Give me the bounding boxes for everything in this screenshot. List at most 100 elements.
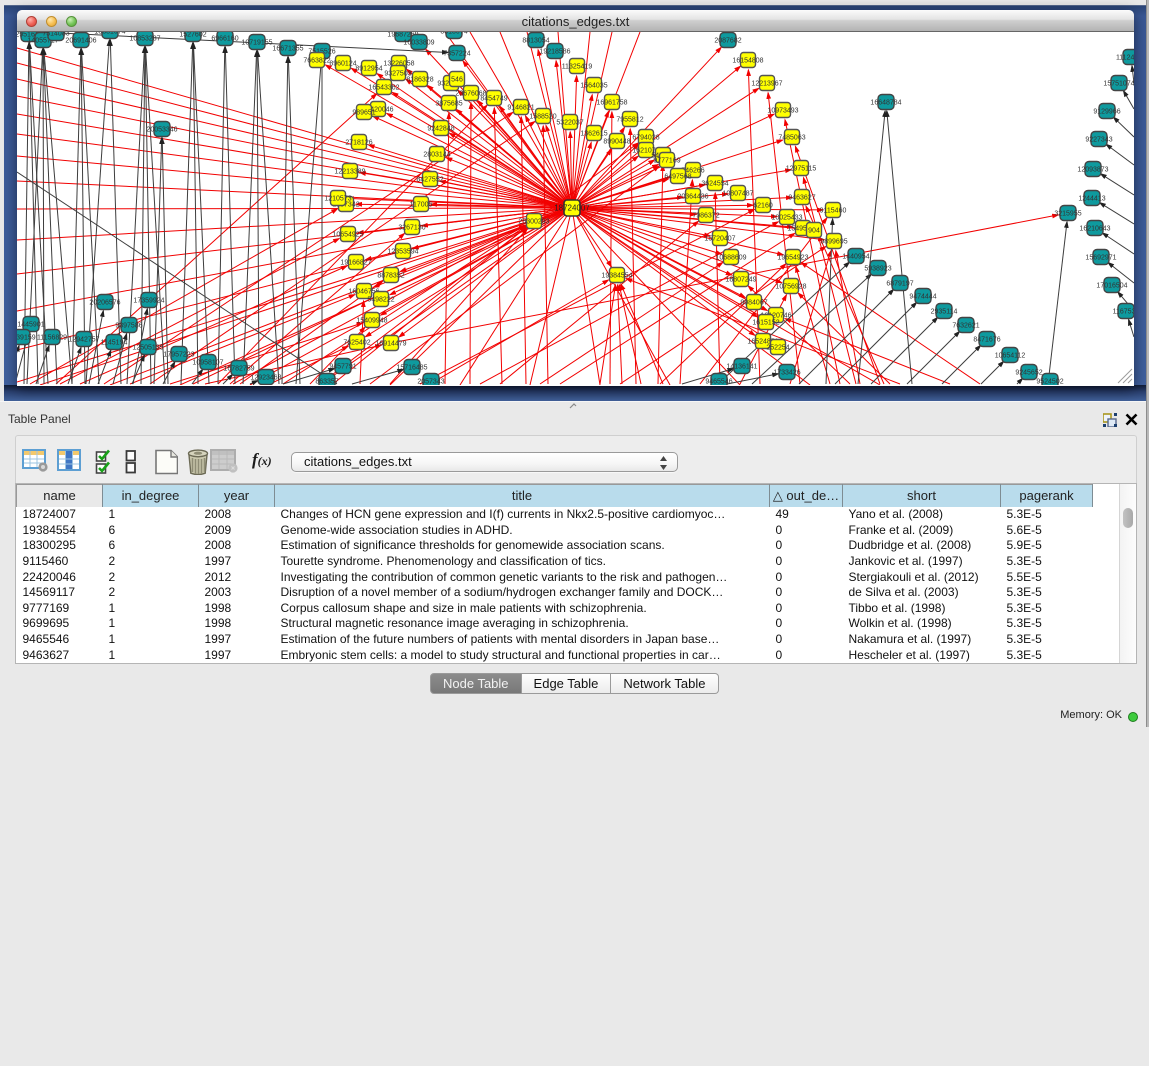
svg-text:7357224: 7357224 [443, 51, 470, 58]
svg-text:12975115: 12975115 [786, 166, 817, 173]
svg-text:1244413: 1244413 [1078, 196, 1105, 203]
svg-text:8427552: 8427552 [416, 177, 443, 184]
svg-text:9084067: 9084067 [740, 300, 767, 307]
svg-text:10719155: 10719155 [241, 40, 272, 47]
svg-text:2935114: 2935114 [931, 309, 958, 316]
svg-text:1210573: 1210573 [324, 196, 351, 203]
svg-text:11156829: 11156829 [37, 335, 67, 342]
svg-text:7632621: 7632621 [952, 323, 979, 330]
svg-text:7986372: 7986372 [692, 213, 719, 220]
svg-text:19166827: 19166827 [340, 260, 371, 267]
svg-text:8960124: 8960124 [329, 61, 356, 68]
svg-text:15409948: 15409948 [356, 318, 387, 325]
svg-text:8878352: 8878352 [377, 273, 404, 280]
svg-text:10807487: 10807487 [722, 191, 753, 198]
svg-text:9227343: 9227343 [1085, 137, 1112, 144]
svg-text:17957223: 17957223 [163, 352, 194, 359]
svg-text:17016504: 17016504 [1096, 283, 1127, 290]
svg-text:15751074: 15751074 [1103, 81, 1134, 88]
svg-text:1588520: 1588520 [529, 114, 556, 121]
svg-text:9474444: 9474444 [909, 294, 936, 301]
svg-text:863357: 863357 [315, 379, 338, 385]
svg-text:1615152: 1615152 [752, 320, 779, 327]
svg-text:16033809: 16033809 [403, 40, 434, 47]
svg-text:12213389: 12213389 [334, 169, 365, 176]
svg-text:2057343: 2057343 [417, 379, 444, 385]
svg-text:12942757: 12942757 [68, 337, 99, 344]
svg-text:3267130: 3267130 [398, 225, 425, 232]
svg-text:11124047: 11124047 [1116, 55, 1134, 62]
svg-text:9397586: 9397586 [115, 323, 142, 330]
svg-text:904: 904 [808, 228, 820, 235]
svg-text:9899695: 9899695 [820, 239, 847, 246]
svg-text:7663822: 7663822 [303, 58, 330, 65]
svg-text:18724007: 18724007 [554, 204, 590, 213]
svg-text:9465546: 9465546 [705, 379, 732, 385]
svg-text:16210643: 16210643 [1079, 226, 1110, 233]
svg-text:12093873: 12093873 [1077, 167, 1108, 174]
svg-text:9524502: 9524502 [1036, 379, 1063, 385]
svg-text:20364436: 20364436 [677, 194, 708, 201]
svg-text:9115460: 9115460 [820, 208, 847, 215]
svg-text:9457791: 9457791 [329, 364, 356, 371]
svg-text:8990448: 8990448 [603, 139, 630, 146]
svg-text:9245652: 9245652 [1015, 370, 1042, 377]
svg-text:10756928: 10756928 [775, 284, 806, 291]
svg-text:20053346: 20053346 [146, 127, 177, 134]
svg-text:19384554: 19384554 [601, 273, 632, 280]
svg-text:10958107: 10958107 [192, 360, 223, 367]
svg-text:6794028: 6794028 [632, 135, 659, 142]
svg-text:1564035: 1564035 [580, 83, 607, 90]
svg-text:9777169: 9777169 [653, 158, 680, 165]
svg-text:10853287: 10853287 [129, 36, 160, 43]
svg-text:8186328: 8186328 [406, 77, 433, 84]
svg-text:12353594: 12353594 [387, 249, 418, 256]
svg-text:17359924: 17359924 [133, 298, 164, 305]
svg-text:5498222: 5498222 [367, 297, 394, 304]
svg-text:12505135: 12505135 [132, 345, 163, 352]
svg-text:18807249: 18807249 [725, 277, 756, 284]
svg-text:2087682: 2087682 [714, 38, 741, 45]
svg-text:16671355: 16671355 [272, 46, 303, 53]
svg-text:1440954: 1440954 [842, 254, 869, 261]
svg-text:10654112: 10654112 [995, 353, 1026, 360]
svg-text:3215955: 3215955 [1054, 211, 1081, 218]
svg-text:8813054: 8813054 [522, 38, 549, 45]
svg-text:8912954: 8912954 [355, 66, 382, 73]
svg-text:16154808: 16154808 [732, 58, 763, 65]
svg-text:546: 546 [451, 77, 463, 84]
svg-text:19218586: 19218586 [539, 49, 570, 56]
svg-text:10654925: 10654925 [332, 232, 363, 239]
svg-text:16782759: 16782759 [223, 366, 254, 373]
svg-text:16961758: 16961758 [596, 100, 627, 107]
svg-text:7955812: 7955812 [616, 117, 643, 124]
svg-text:6879197: 6879197 [886, 281, 913, 288]
svg-text:62160: 62160 [753, 203, 773, 210]
svg-text:10688609: 10688609 [715, 255, 746, 262]
svg-text:1527602: 1527602 [179, 32, 206, 39]
svg-text:7485063: 7485063 [778, 135, 805, 142]
svg-text:117006: 117006 [410, 202, 433, 209]
svg-text:9463627: 9463627 [788, 195, 815, 202]
svg-text:2718126: 2718126 [345, 140, 372, 147]
svg-text:2839159: 2839159 [17, 335, 36, 342]
svg-text:3624554: 3624554 [701, 181, 728, 188]
svg-text:5322037: 5322037 [556, 120, 583, 127]
svg-text:6966160: 6966160 [211, 36, 238, 43]
svg-text:18381074: 18381074 [94, 32, 125, 36]
svg-text:19654923: 19654923 [777, 255, 808, 262]
svg-text:1167533: 1167533 [1113, 309, 1134, 316]
svg-text:1145194: 1145194 [101, 340, 128, 347]
svg-text:15716485: 15716485 [396, 365, 427, 372]
svg-text:1362615: 1362615 [580, 131, 607, 138]
svg-text:8813074: 8813074 [440, 32, 467, 36]
svg-text:10973493: 10973493 [767, 108, 798, 115]
svg-text:20206576: 20206576 [89, 300, 120, 307]
svg-text:16543362: 16543362 [368, 85, 399, 92]
svg-text:16914479: 16914479 [375, 341, 406, 348]
svg-text:8471676: 8471676 [973, 337, 1000, 344]
svg-text:15692971: 15692971 [1085, 255, 1116, 262]
svg-text:12923468: 12923468 [250, 375, 281, 382]
svg-text:8454749: 8454749 [480, 96, 507, 103]
svg-text:252254: 252254 [766, 345, 789, 352]
